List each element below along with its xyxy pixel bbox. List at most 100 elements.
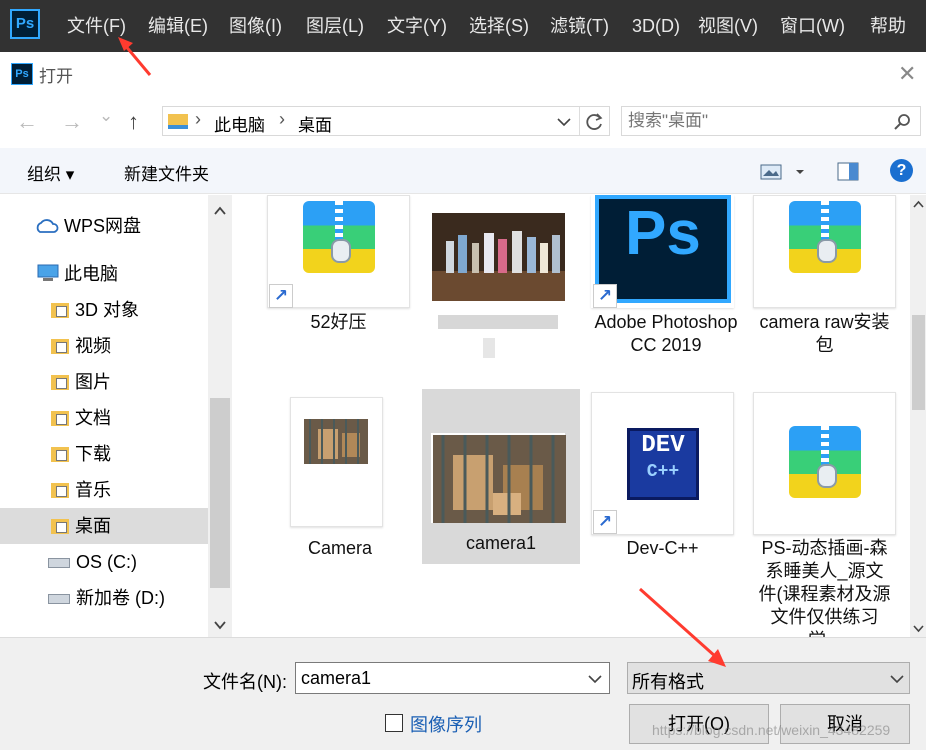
file-item-photo[interactable]: [423, 195, 573, 358]
preview-pane-icon[interactable]: [837, 162, 859, 182]
file-item-camera[interactable]: Camera: [275, 395, 405, 565]
breadcrumb-separator: ›: [195, 109, 201, 129]
menu-image[interactable]: 图像(I): [229, 0, 282, 52]
filetype-value: 所有格式: [632, 672, 704, 692]
scroll-up-chevron-icon[interactable]: [913, 200, 924, 209]
zip-archive-icon: [789, 426, 861, 498]
file-item-camera1-selected[interactable]: camera1: [422, 389, 580, 564]
photoshop-logo-icon: Ps: [10, 9, 40, 39]
sidebar-item-documents[interactable]: 文档: [0, 400, 208, 436]
up-arrow-icon[interactable]: ↑: [128, 109, 139, 135]
drive-icon: [48, 594, 70, 604]
close-icon[interactable]: ✕: [898, 62, 916, 86]
csdn-watermark: https://blog.csdn.net/weixin_43482259: [652, 722, 891, 738]
cloud-icon: [36, 219, 59, 233]
image-sequence-label[interactable]: 图像序列: [410, 711, 482, 737]
menu-window[interactable]: 窗口(W): [780, 0, 845, 52]
sidebar-item-label: 新加卷 (D:): [76, 588, 165, 608]
desktop-folder-icon: [51, 519, 69, 534]
breadcrumb-this-pc[interactable]: 此电脑: [214, 111, 265, 136]
search-input[interactable]: [626, 109, 886, 133]
navigation-pane: WPS网盘 此电脑 3D 对象 视频 图片 文档 下载 音乐 桌面 OS (C:…: [0, 195, 232, 637]
filename-input[interactable]: camera1: [301, 668, 371, 689]
sidebar-item-os-c[interactable]: OS (C:): [0, 544, 208, 580]
search-box[interactable]: [621, 106, 921, 136]
menu-type[interactable]: 文字(Y): [387, 0, 447, 52]
dev-cpp-app-icon: DEV C++: [627, 428, 699, 500]
blurred-filename-fragment: [483, 338, 495, 358]
pictures-folder-icon: [51, 375, 69, 390]
menu-edit[interactable]: 编辑(E): [148, 0, 208, 52]
documents-folder-icon: [51, 411, 69, 426]
breadcrumb-desktop[interactable]: 桌面: [298, 111, 332, 136]
file-item-dev-cpp[interactable]: DEV C++ ↗ Dev-C++: [591, 392, 734, 562]
scroll-up-chevron-icon[interactable]: [214, 206, 226, 216]
photoshop-title-icon: Ps: [11, 63, 33, 85]
back-arrow-icon[interactable]: ←: [16, 109, 38, 135]
file-item-52haoya[interactable]: ↗ 52好压: [267, 195, 410, 345]
chevron-down-icon[interactable]: [557, 116, 571, 128]
refresh-icon[interactable]: [585, 112, 605, 132]
dog-cage-photo-thumbnail: [433, 435, 566, 523]
shortcut-arrow-icon: ↗: [593, 284, 617, 308]
recent-locations-chevron-icon[interactable]: ⌄: [99, 103, 113, 129]
sidebar-item-label: 音乐: [75, 480, 111, 500]
menu-3d[interactable]: 3D(D): [632, 0, 680, 52]
view-options-icon[interactable]: [760, 163, 808, 181]
address-divider: [579, 107, 580, 135]
scroll-down-chevron-icon[interactable]: [214, 620, 226, 630]
sidebar-item-label: 3D 对象: [75, 300, 140, 320]
filename-label: 文件名(N):: [203, 672, 287, 692]
file-item-adobe-photoshop[interactable]: Ps ↗ Adobe Photoshop CC 2019: [591, 195, 741, 380]
sidebar-item-new-volume-d[interactable]: 新加卷 (D:): [0, 580, 208, 616]
sidebar-item-videos[interactable]: 视频: [0, 328, 208, 364]
help-icon[interactable]: ?: [890, 159, 913, 182]
file-list-scrollbar-thumb[interactable]: [912, 315, 925, 410]
new-folder-button[interactable]: 新建文件夹: [124, 160, 209, 185]
file-name: Adobe Photoshop CC 2019: [594, 312, 738, 355]
menu-layer[interactable]: 图层(L): [306, 0, 364, 52]
organize-button[interactable]: 组织 ▾: [27, 160, 74, 185]
dev-icon-line: DEV: [641, 432, 685, 459]
search-icon[interactable]: [894, 113, 912, 131]
navigation-scrollbar-thumb[interactable]: [210, 398, 230, 588]
menu-filter[interactable]: 滤镜(T): [550, 0, 609, 52]
sidebar-item-pictures[interactable]: 图片: [0, 364, 208, 400]
sidebar-item-this-pc[interactable]: 此电脑: [0, 256, 208, 292]
menu-select[interactable]: 选择(S): [469, 0, 529, 52]
sidebar-item-music[interactable]: 音乐: [0, 472, 208, 508]
menu-help[interactable]: 帮助: [870, 0, 906, 52]
shortcut-arrow-icon: ↗: [593, 510, 617, 534]
file-name: Camera: [307, 538, 373, 558]
sidebar-item-label: 此电脑: [64, 264, 118, 284]
breadcrumb-separator: ›: [279, 109, 285, 129]
file-list-scrollbar[interactable]: [910, 195, 926, 637]
menu-view[interactable]: 视图(V): [698, 0, 758, 52]
file-name: Dev-C++: [626, 538, 699, 558]
bottles-photo-thumbnail: [432, 213, 565, 301]
image-sequence-checkbox[interactable]: [385, 714, 403, 732]
sidebar-item-3d-objects[interactable]: 3D 对象: [0, 292, 208, 328]
3d-objects-folder-icon: [51, 303, 69, 318]
file-item-ps-illustration[interactable]: PS-动态插画-森系睡美人_源文件(课程素材及源文件仅供练习学...: [753, 392, 896, 637]
forward-arrow-icon[interactable]: →: [61, 109, 83, 135]
chevron-down-icon[interactable]: [588, 674, 602, 684]
sidebar-item-label: 文档: [75, 408, 111, 428]
file-list: ↗ 52好压 Ps ↗ Adobe Photoshop CC 2019 came…: [235, 195, 910, 637]
sidebar-item-label: WPS网盘: [64, 216, 142, 236]
sidebar-item-label: 图片: [75, 372, 111, 392]
sidebar-item-label: 下载: [75, 444, 111, 464]
sidebar-item-wps-cloud[interactable]: WPS网盘: [0, 208, 208, 244]
sidebar-item-desktop[interactable]: 桌面: [0, 508, 208, 544]
sidebar-item-label: 视频: [75, 336, 111, 356]
file-name: PS-动态插画-森系睡美人_源文件(课程素材及源文件仅供练习学...: [758, 538, 891, 637]
scroll-down-chevron-icon[interactable]: [913, 624, 924, 633]
blurred-filename: [438, 315, 558, 329]
filename-combobox[interactable]: camera1: [295, 662, 610, 694]
chevron-down-icon[interactable]: [890, 674, 904, 684]
sidebar-item-downloads[interactable]: 下载: [0, 436, 208, 472]
file-name: camera raw安装包: [759, 312, 890, 355]
file-item-camera-raw[interactable]: camera raw安装包: [753, 195, 896, 355]
folder-icon: [168, 114, 188, 129]
address-bar[interactable]: › 此电脑 › 桌面: [162, 106, 610, 136]
